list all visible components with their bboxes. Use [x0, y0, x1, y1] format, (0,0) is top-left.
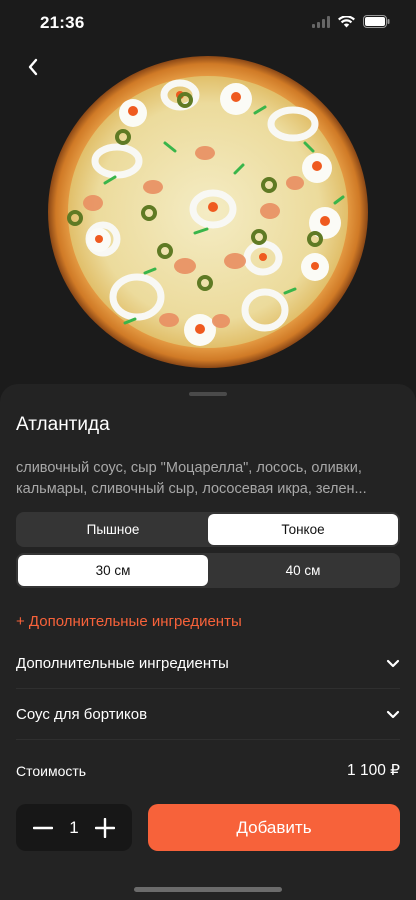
dough-option-fluffy[interactable]: Пышное — [18, 514, 208, 545]
accordion-label: Соус для бортиков — [16, 706, 148, 723]
product-description: сливочный соус, сыр "Моцарелла", лосось,… — [16, 460, 367, 497]
price-value: 1 100 ₽ — [347, 762, 400, 779]
accordion-extra-ingredients[interactable]: Дополнительные ингредиенты — [16, 639, 400, 689]
quantity-stepper: 1 — [16, 804, 132, 851]
status-time: 21:36 — [40, 13, 85, 32]
product-sheet: Атлантида сливочный соус, сыр "Моцарелла… — [0, 384, 416, 900]
signal-icon — [312, 15, 330, 33]
product-title: Атлантида — [16, 414, 110, 435]
wifi-icon — [338, 15, 355, 33]
price-label: Стоимость — [16, 762, 87, 779]
battery-icon — [363, 15, 390, 33]
add-extras-link[interactable]: + Дополнительные ингредиенты — [16, 613, 242, 630]
sheet-grabber[interactable] — [189, 392, 227, 396]
status-bar: 21:36 — [0, 0, 416, 48]
dough-option-thin[interactable]: Тонкое — [208, 514, 398, 545]
product-image-area — [0, 0, 416, 390]
accordion-crust-sauce[interactable]: Соус для бортиков — [16, 690, 400, 740]
minus-icon — [33, 826, 53, 829]
chevron-down-icon — [386, 710, 400, 719]
accordion-label: Дополнительные ингредиенты — [16, 655, 229, 672]
plus-icon — [95, 817, 115, 838]
add-to-cart-button[interactable]: Добавить — [148, 804, 400, 851]
size-selector: 30 см 40 см — [16, 553, 400, 588]
home-indicator — [134, 887, 282, 892]
price-row: Стоимость 1 100 ₽ — [16, 761, 400, 780]
back-button[interactable] — [18, 52, 48, 82]
dough-selector: Пышное Тонкое — [16, 512, 400, 547]
increment-button[interactable] — [94, 817, 116, 839]
size-option-30[interactable]: 30 см — [18, 555, 208, 586]
quantity-value: 1 — [69, 817, 79, 837]
chevron-left-icon — [28, 58, 38, 76]
size-option-40[interactable]: 40 см — [208, 555, 398, 586]
pizza-image — [48, 56, 368, 368]
decrement-button[interactable] — [32, 817, 54, 839]
chevron-down-icon — [386, 659, 400, 668]
